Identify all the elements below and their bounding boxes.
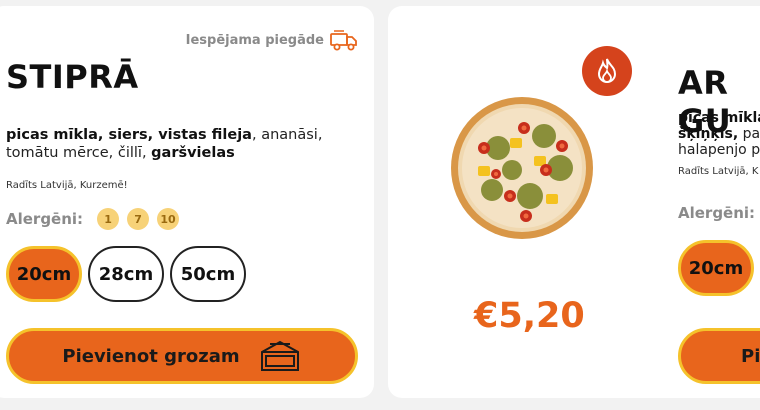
size-option-20cm[interactable]: 20cm: [678, 240, 754, 296]
allergen-chip[interactable]: 7: [127, 208, 150, 230]
pizza-image: [451, 97, 593, 239]
ingredients-bold-1: picas mīkla: [678, 110, 760, 126]
allergen-chip[interactable]: 1: [97, 208, 120, 230]
add-to-cart-button[interactable]: Pievienot grozam: [6, 328, 358, 384]
product-price: €5,20: [474, 296, 585, 336]
size-option-28cm[interactable]: 28cm: [88, 246, 164, 302]
add-to-cart-label: Pie: [741, 345, 760, 367]
product-card-stipra: Iespējama piegāde STIPRĀ picas mīkla, si…: [0, 6, 374, 398]
size-selector: 20cm 28cm 50cm: [6, 246, 246, 302]
size-option-20cm[interactable]: 20cm: [6, 246, 82, 302]
delivery-label: Iespējama piegāde: [185, 32, 324, 48]
product-ingredients: picas mīkla šķiņķis, pap halapenjo p: [678, 110, 760, 158]
spicy-badge: [582, 46, 632, 96]
size-selector: 20cm: [678, 240, 760, 296]
ingredients-bold-2: šķiņķis,: [678, 126, 739, 142]
product-title: STIPRĀ: [6, 58, 139, 96]
ingredients-normal-3: halapenjo p: [678, 142, 760, 158]
allergens-label: Alergēni:: [6, 210, 84, 228]
ingredients-bold-2: garšvielas: [151, 145, 235, 161]
allergens-label: Alergēni:: [678, 204, 756, 222]
ingredients-bold-1: picas mīkla, siers, vistas fileja: [6, 127, 252, 143]
add-to-cart-label: Pievienot grozam: [62, 345, 240, 367]
flame-icon: [597, 58, 617, 83]
pizza-box-icon: [260, 340, 299, 371]
allergens-row: Alergēni:: [678, 202, 760, 224]
product-ingredients: picas mīkla, siers, vistas fileja, ananā…: [6, 126, 358, 162]
ingredients-normal-2: pap: [742, 126, 760, 142]
product-origin: Radīts Latvijā, Kurzemē!: [6, 180, 128, 191]
add-to-cart-button[interactable]: Pie: [678, 328, 760, 384]
delivery-available: Iespējama piegāde: [186, 28, 358, 52]
delivery-truck-icon: [330, 30, 357, 51]
size-option-50cm[interactable]: 50cm: [170, 246, 246, 302]
allergens-row: Alergēni: 1 7 10: [6, 208, 180, 230]
product-card-ar-gu: €5,20 AR GU picas mīkla šķiņķis, pap hal…: [388, 6, 760, 398]
allergen-chip[interactable]: 10: [157, 208, 180, 230]
product-origin: Radīts Latvijā, K: [678, 166, 759, 177]
